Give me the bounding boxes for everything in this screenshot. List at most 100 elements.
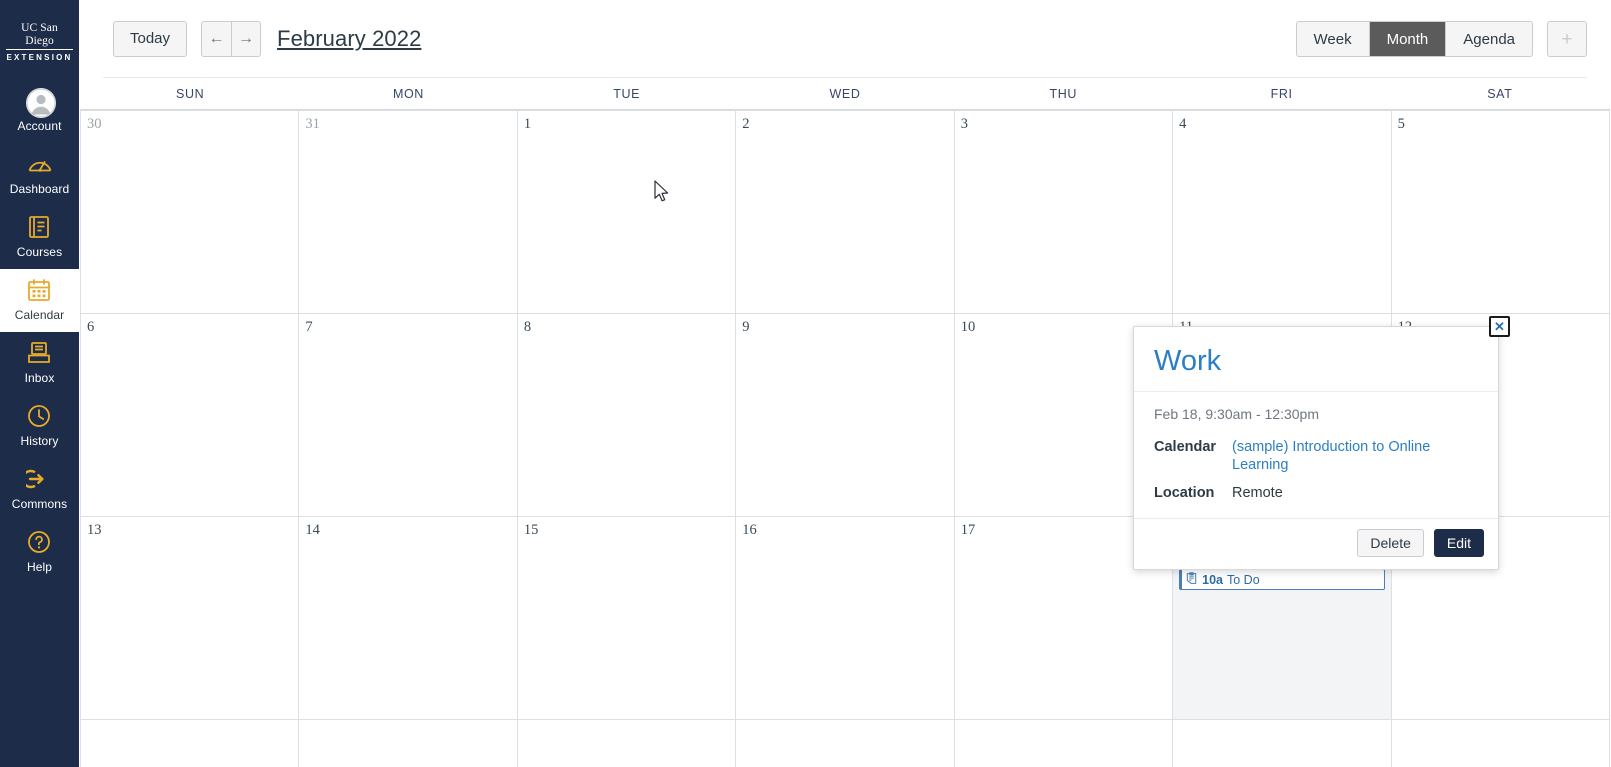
day-cell-9[interactable]: 9: [736, 314, 955, 517]
calendar-view-controls: Week Month Agenda +: [1295, 21, 1587, 57]
event-location-label: Location: [1154, 485, 1215, 501]
sidebar-label-commons: Commons: [11, 497, 68, 511]
day-header-fri: FRI: [1270, 86, 1293, 101]
day-number: 15: [523, 522, 539, 538]
view-mode-segmented-control: Week Month Agenda: [1295, 21, 1533, 57]
sidebar-label-history: History: [20, 434, 59, 448]
day-cell-empty[interactable]: [81, 720, 300, 767]
delete-event-button[interactable]: Delete: [1357, 529, 1424, 557]
help-question-icon: [26, 529, 54, 557]
day-number: 9: [742, 319, 750, 335]
previous-month-button[interactable]: ←: [201, 21, 232, 57]
view-tab-agenda[interactable]: Agenda: [1446, 22, 1532, 56]
today-button[interactable]: Today: [113, 21, 188, 57]
day-number: 14: [305, 522, 320, 538]
day-number: 6: [87, 319, 95, 335]
day-cell-empty[interactable]: [736, 720, 955, 767]
day-cell-5[interactable]: 5: [1391, 111, 1610, 314]
day-header-sat: SAT: [1487, 86, 1513, 101]
sidebar-item-commons[interactable]: Commons: [0, 458, 79, 521]
day-cell-15[interactable]: 15: [517, 517, 737, 720]
day-number: 8: [523, 319, 532, 335]
day-number: 3: [960, 116, 968, 132]
sidebar-label-courses: Courses: [16, 245, 63, 259]
popover-footer: Delete Edit: [1134, 519, 1498, 569]
week-row: 30 31 1 2 3 4 5: [81, 111, 1610, 314]
sidebar-item-inbox[interactable]: Inbox: [0, 332, 79, 395]
day-header-sun: SUN: [176, 86, 205, 101]
inbox-icon: [26, 340, 54, 368]
global-navigation-sidebar: UC San Diego EXTENSION Account Dashboard…: [0, 0, 79, 767]
current-month-title[interactable]: February 2022: [277, 26, 421, 52]
create-event-button[interactable]: +: [1547, 21, 1587, 57]
day-header-wed: WED: [829, 86, 861, 101]
day-cell-31[interactable]: 31: [299, 111, 518, 314]
day-cell-1[interactable]: 1: [517, 111, 737, 314]
day-number: 7: [305, 319, 313, 335]
day-cell-empty[interactable]: [1391, 720, 1610, 767]
day-cell-13[interactable]: 13: [81, 517, 300, 720]
day-cell-8[interactable]: 8: [517, 314, 737, 517]
event-calendar-row: Calendar (sample) Introduction to Online…: [1154, 438, 1478, 474]
view-tab-week[interactable]: Week: [1296, 22, 1370, 56]
sidebar-item-courses[interactable]: Courses: [0, 206, 79, 269]
day-number: 31: [305, 116, 320, 132]
calendar-event[interactable]: 10a To Do: [1179, 569, 1385, 590]
day-number: 16: [742, 522, 757, 538]
event-title: Work: [1154, 345, 1222, 377]
day-header-thu: THU: [1049, 86, 1078, 101]
edit-event-button[interactable]: Edit: [1433, 529, 1484, 557]
day-cell-3[interactable]: 3: [954, 111, 1174, 314]
day-cell-2[interactable]: 2: [736, 111, 955, 314]
logo-line-primary: UC San Diego: [6, 22, 73, 50]
event-datetime: Feb 18, 9:30am - 12:30pm: [1154, 406, 1319, 422]
day-number: 30: [87, 116, 102, 132]
day-cell-empty[interactable]: [954, 720, 1174, 767]
sidebar-item-help[interactable]: Help: [0, 521, 79, 584]
sidebar-label-help: Help: [26, 560, 53, 574]
institution-logo[interactable]: UC San Diego EXTENSION: [0, 0, 79, 80]
close-icon[interactable]: ✕: [1489, 316, 1510, 337]
day-cell-empty[interactable]: [299, 720, 518, 767]
avatar-icon: [25, 88, 56, 118]
day-cell-4[interactable]: 4: [1173, 111, 1392, 314]
sidebar-item-dashboard[interactable]: Dashboard: [0, 143, 79, 206]
day-number: 5: [1397, 116, 1405, 132]
day-cell-14[interactable]: 14: [299, 517, 518, 720]
popover-header: Work: [1134, 327, 1498, 392]
history-clock-icon: [26, 403, 54, 431]
event-location-row: Location Remote: [1154, 484, 1478, 502]
event-calendar-label: Calendar: [1154, 439, 1217, 455]
dashboard-icon: [26, 151, 54, 179]
day-number: 1: [523, 116, 532, 132]
day-header-mon: MON: [392, 86, 424, 101]
day-cell-30[interactable]: 30: [81, 111, 300, 314]
sidebar-item-history[interactable]: History: [0, 395, 79, 458]
logo-line-secondary: EXTENSION: [6, 53, 73, 62]
popover-body: Feb 18, 9:30am - 12:30pm Calendar (sampl…: [1134, 392, 1498, 519]
week-row: [81, 720, 1610, 767]
sidebar-label-inbox: Inbox: [24, 371, 55, 385]
sidebar-item-account[interactable]: Account: [0, 80, 79, 143]
sidebar-label-dashboard: Dashboard: [9, 182, 70, 196]
sidebar-item-calendar[interactable]: Calendar: [0, 269, 79, 332]
next-month-button[interactable]: →: [231, 21, 262, 57]
day-cell-empty[interactable]: [1173, 720, 1392, 767]
day-cell-7[interactable]: 7: [299, 314, 518, 517]
month-stepper: ← →: [201, 21, 262, 57]
event-name: To Do: [1227, 572, 1260, 587]
calendar-main-region: Today ← → February 2022 Week Month Agend…: [79, 0, 1611, 767]
day-cell-empty[interactable]: [517, 720, 737, 767]
view-tab-month[interactable]: Month: [1369, 22, 1447, 56]
day-cell-6[interactable]: 6: [81, 314, 300, 517]
calendar-icon: [26, 277, 54, 305]
canvas-calendar-app: UC San Diego EXTENSION Account Dashboard…: [0, 0, 1611, 767]
event-calendar-value[interactable]: (sample) Introduction to Online Learning: [1232, 438, 1478, 474]
day-cell-16[interactable]: 16: [736, 517, 955, 720]
todo-note-icon: [1185, 571, 1198, 588]
event-location-value: Remote: [1232, 485, 1283, 501]
event-time: 10a: [1202, 572, 1223, 587]
calendar-nav-controls: Today ← → February 2022: [103, 21, 421, 57]
sidebar-label-calendar: Calendar: [14, 308, 65, 322]
event-details-popover: ✕ Work Feb 18, 9:30am - 12:30pm Calendar…: [1133, 316, 1510, 570]
